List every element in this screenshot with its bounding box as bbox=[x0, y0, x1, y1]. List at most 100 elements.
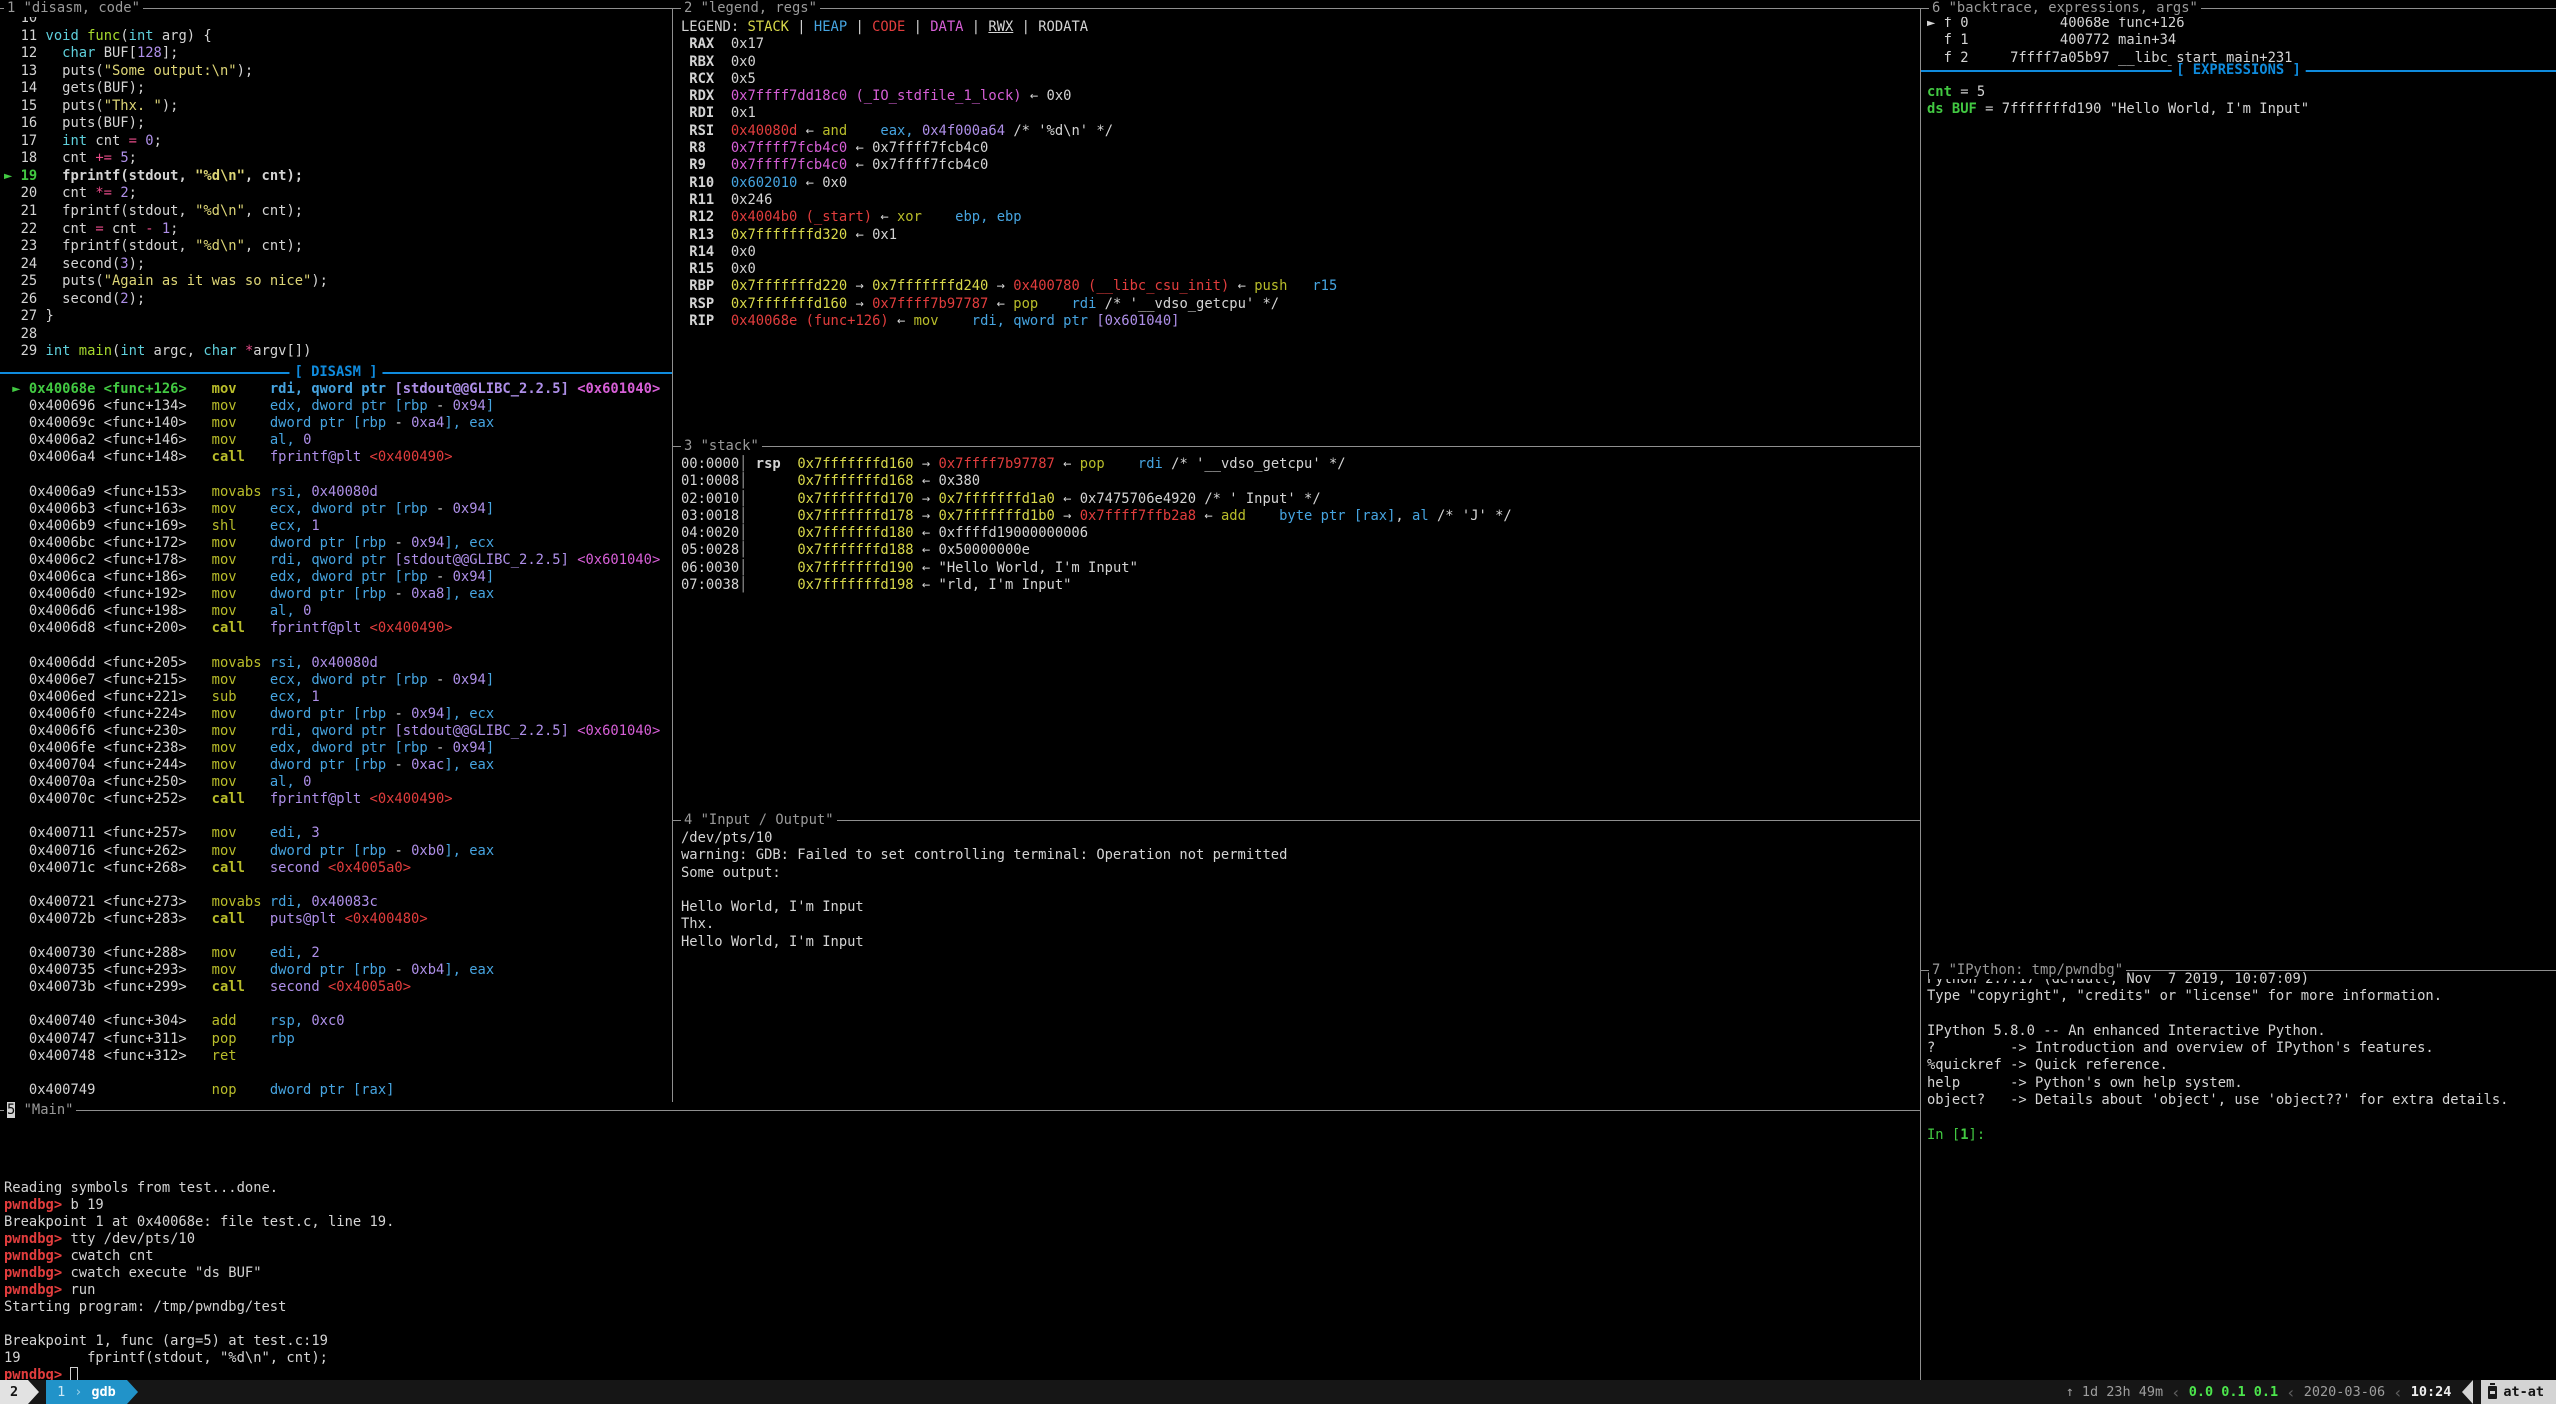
terminal-line: f 1 400772 main+34 bbox=[1927, 32, 2292, 49]
host-segment: at-at bbox=[2481, 1380, 2556, 1404]
terminal-line: 0x400749 nop dword ptr [rax] bbox=[4, 1082, 660, 1099]
gdb-console-lines: Reading symbols from test...done. pwndbg>… bbox=[4, 1112, 394, 1384]
pane-title-stack: 3 "stack" bbox=[681, 438, 762, 455]
pane-backtrace-expressions[interactable]: ► f 0 40068e func+126 f 1 400772 main+34… bbox=[1921, 0, 2556, 962]
terminal-line: RBP 0x7fffffffd220 → 0x7fffffffd240 → 0x… bbox=[681, 278, 1337, 295]
border-vertical-left[interactable] bbox=[672, 8, 673, 1102]
window-name: gdb bbox=[91, 1380, 115, 1404]
terminal-line: 0x400716 <func+262> mov dword ptr [rbp -… bbox=[4, 843, 660, 860]
expressions-separator-label: [ EXPRESSIONS ] bbox=[2171, 62, 2306, 79]
terminal-line: 0x4006e7 <func+215> mov ecx, dword ptr [… bbox=[4, 672, 660, 689]
terminal-line: RBX 0x0 bbox=[681, 54, 1337, 71]
session-indicator[interactable]: 2 bbox=[0, 1380, 28, 1404]
backtrace-lines: ► f 0 40068e func+126 f 1 400772 main+34… bbox=[1927, 15, 2292, 67]
border-vertical-right[interactable] bbox=[1920, 8, 1921, 1380]
terminal-line bbox=[4, 1316, 394, 1333]
powerline-arrow-icon bbox=[127, 1380, 138, 1404]
terminal-line: 0x40072b <func+283> call puts@plt <0x400… bbox=[4, 911, 660, 928]
terminal-line: IPython 5.8.0 -- An enhanced Interactive… bbox=[1927, 1023, 2508, 1040]
pane-ipython[interactable]: Python 2.7.17 (default, Nov 7 2019, 10:0… bbox=[1921, 962, 2556, 1380]
terminal-line: 0x4006f0 <func+224> mov dword ptr [rbp -… bbox=[4, 706, 660, 723]
terminal-line bbox=[4, 928, 660, 945]
pane-stack[interactable]: 00:0000│ rsp 0x7fffffffd160 → 0x7ffff7b9… bbox=[673, 438, 1920, 812]
pane-disasm-code[interactable]: 10 11 void func(int arg) { 12 char BUF[1… bbox=[0, 0, 672, 1102]
terminal-line: 13 puts("Some output:\n"); bbox=[4, 63, 328, 81]
terminal-line: R8 0x7ffff7fcb4c0 ← 0x7ffff7fcb4c0 bbox=[681, 140, 1337, 157]
registers-lines: LEGEND: STACK | HEAP | CODE | DATA | RWX… bbox=[681, 19, 1337, 330]
terminal-line: 0x40071c <func+268> call second <0x4005a… bbox=[4, 860, 660, 877]
terminal-line: 0x40073b <func+299> call second <0x4005a… bbox=[4, 979, 660, 996]
terminal-line: Breakpoint 1 at 0x40068e: file test.c, l… bbox=[4, 1214, 394, 1231]
border-stack[interactable] bbox=[673, 446, 1920, 447]
terminal-line: 0x40070a <func+250> mov al, 0 bbox=[4, 774, 660, 791]
terminal-line: RSI 0x40080d ← and eax, 0x4f000a64 /* '%… bbox=[681, 123, 1337, 140]
terminal-line: 0x400747 <func+311> pop rbp bbox=[4, 1031, 660, 1048]
angle-separator-icon: ‹ bbox=[2393, 1383, 2403, 1402]
terminal-line: 0x400704 <func+244> mov dword ptr [rbp -… bbox=[4, 757, 660, 774]
status-right: ↑ 1d 23h 49m ‹ 0.0 0.1 0.1 ‹ 2020-03-06 … bbox=[2066, 1380, 2556, 1404]
window-index: 1 bbox=[57, 1380, 65, 1404]
terminal-line: 0x4006c2 <func+178> mov rdi, qword ptr [… bbox=[4, 552, 660, 569]
terminal-line: 0x400696 <func+134> mov edx, dword ptr [… bbox=[4, 398, 660, 415]
hostname: at-at bbox=[2503, 1384, 2544, 1400]
terminal-line: cnt = 5 bbox=[1927, 84, 2309, 101]
load-average: 0.0 0.1 0.1 bbox=[2189, 1384, 2278, 1400]
uptime-text: 1d 23h 49m bbox=[2082, 1384, 2163, 1400]
terminal-line: ► 19 fprintf(stdout, "%d\n", cnt); bbox=[4, 168, 328, 186]
terminal-line: 00:0000│ rsp 0x7fffffffd160 → 0x7ffff7b9… bbox=[681, 456, 1512, 473]
terminal-line: 0x4006bc <func+172> mov dword ptr [rbp -… bbox=[4, 535, 660, 552]
terminal-line bbox=[4, 637, 660, 654]
terminal-line: 12 char BUF[128]; bbox=[4, 45, 328, 63]
terminal-line bbox=[4, 996, 660, 1013]
terminal-line: Hello World, I'm Input bbox=[681, 934, 1287, 951]
terminal-line: object? -> Details about 'object', use '… bbox=[1927, 1092, 2508, 1109]
tmux-screen: 10 11 void func(int arg) { 12 char BUF[1… bbox=[0, 0, 2556, 1404]
angle-separator-icon: ‹ bbox=[2286, 1383, 2296, 1402]
terminal-line: Type "copyright", "credits" or "license"… bbox=[1927, 988, 2508, 1005]
terminal-line: RIP 0x40068e (func+126) ← mov rdi, qword… bbox=[681, 313, 1337, 330]
terminal-line: 0x4006a9 <func+153> movabs rsi, 0x40080d bbox=[4, 484, 660, 501]
terminal-line: 0x4006dd <func+205> movabs rsi, 0x40080d bbox=[4, 655, 660, 672]
tmux-status-bar: 2 1 › gdb ↑ 1d 23h 49m ‹ 0.0 0.1 0.1 ‹ 2… bbox=[0, 1380, 2556, 1404]
chevron-right-icon: › bbox=[74, 1380, 82, 1404]
session-name: 2 bbox=[10, 1384, 18, 1400]
terminal-line: RDI 0x1 bbox=[681, 105, 1337, 122]
terminal-line: R15 0x0 bbox=[681, 261, 1337, 278]
terminal-line: 11 void func(int arg) { bbox=[4, 28, 328, 46]
terminal-line: 0x400748 <func+312> ret bbox=[4, 1048, 660, 1065]
angle-separator-icon: ‹ bbox=[2171, 1383, 2181, 1402]
pane-legend-regs[interactable]: LEGEND: STACK | HEAP | CODE | DATA | RWX… bbox=[673, 0, 1920, 438]
terminal-line: 05:0028│ 0x7fffffffd188 ← 0x50000000e bbox=[681, 542, 1512, 559]
terminal-line: 0x4006d6 <func+198> mov al, 0 bbox=[4, 603, 660, 620]
terminal-line: 15 puts("Thx. "); bbox=[4, 98, 328, 116]
terminal-line: 04:0020│ 0x7fffffffd180 ← 0xffffd1900000… bbox=[681, 525, 1512, 542]
terminal-line: 20 cnt *= 2; bbox=[4, 185, 328, 203]
terminal-line: warning: GDB: Failed to set controlling … bbox=[681, 847, 1287, 864]
terminal-line bbox=[4, 808, 660, 825]
battery-icon bbox=[2488, 1386, 2497, 1399]
terminal-line: 0x4006d8 <func+200> call fprintf@plt <0x… bbox=[4, 620, 660, 637]
terminal-line: Thx. bbox=[681, 916, 1287, 933]
terminal-line: Reading symbols from test...done. bbox=[4, 1180, 394, 1197]
terminal-line bbox=[4, 1146, 394, 1163]
disasm-separator: [ DISASM ] bbox=[0, 364, 672, 381]
terminal-line: R11 0x246 bbox=[681, 192, 1337, 209]
pane-title-backtrace: 6 "backtrace, expressions, args" bbox=[1929, 0, 2201, 17]
window-tab-gdb[interactable]: 1 › gdb bbox=[46, 1380, 127, 1404]
terminal-line: pwndbg> cwatch cnt bbox=[4, 1248, 394, 1265]
terminal-line: help -> Python's own help system. bbox=[1927, 1075, 2508, 1092]
pane-title-ipython: 7 "IPython: tmp/pwndbg" bbox=[1929, 962, 2126, 979]
status-date: 2020-03-06 bbox=[2304, 1384, 2385, 1400]
terminal-line: ► 0x40068e <func+126> mov rdi, qword ptr… bbox=[4, 381, 660, 398]
pane-main-gdb[interactable]: Reading symbols from test...done. pwndbg>… bbox=[0, 1102, 1920, 1380]
powerline-arrow-icon bbox=[28, 1380, 39, 1404]
terminal-line: R14 0x0 bbox=[681, 244, 1337, 261]
pane-input-output[interactable]: /dev/pts/10warning: GDB: Failed to set c… bbox=[673, 812, 1920, 1102]
terminal-line: 0x4006b3 <func+163> mov ecx, dword ptr [… bbox=[4, 501, 660, 518]
terminal-line: 19 fprintf(stdout, "%d\n", cnt); bbox=[4, 1350, 394, 1367]
terminal-line bbox=[1927, 1006, 2508, 1023]
terminal-line: 01:0008│ 0x7fffffffd168 ← 0x380 bbox=[681, 473, 1512, 490]
border-main[interactable] bbox=[0, 1110, 1921, 1111]
terminal-line: 14 gets(BUF); bbox=[4, 80, 328, 98]
border-io[interactable] bbox=[673, 820, 1920, 821]
